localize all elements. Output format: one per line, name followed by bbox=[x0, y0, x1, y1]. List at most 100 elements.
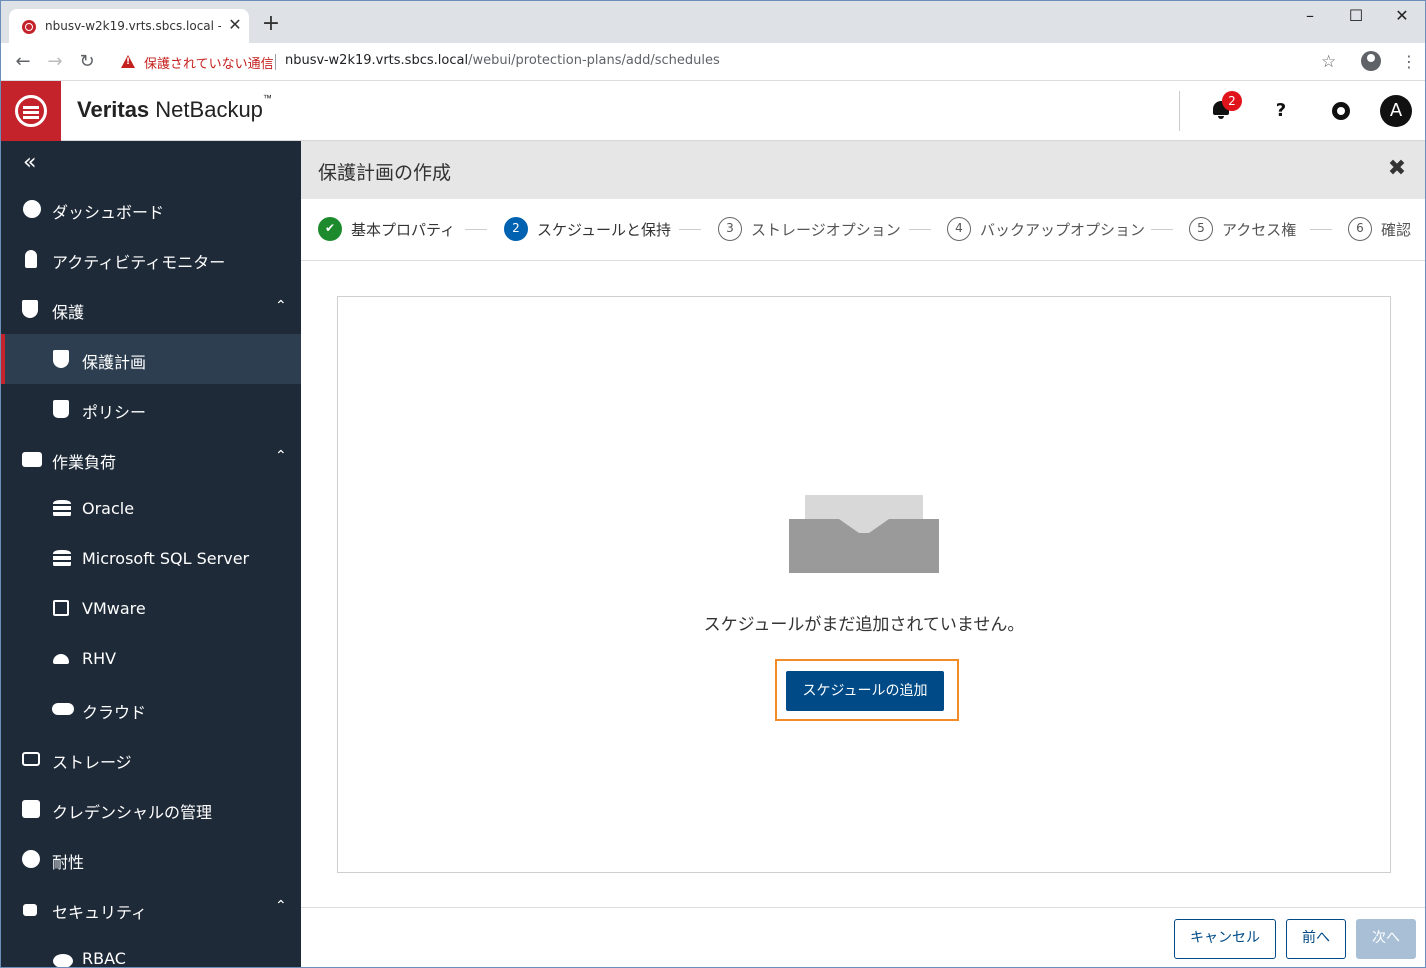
browser-window: nbusv-w2k19.vrts.sbcs.local - NetBackup … bbox=[0, 0, 1426, 968]
back-arrow-icon[interactable]: ← bbox=[11, 50, 35, 74]
step-label: 基本プロパティ bbox=[351, 221, 456, 239]
veritas-logo[interactable] bbox=[1, 81, 61, 141]
close-window-button[interactable]: ✕ bbox=[1379, 1, 1425, 31]
step-connector bbox=[1310, 229, 1332, 230]
collapse-sidebar-icon[interactable]: « bbox=[23, 149, 36, 177]
divider bbox=[275, 54, 276, 70]
cancel-button[interactable]: キャンセル bbox=[1174, 919, 1276, 959]
sidebar-item-cloud[interactable]: クラウド bbox=[1, 684, 301, 734]
sidebar-item-vmware[interactable]: VMware bbox=[1, 584, 301, 634]
panel-header: 保護計画の作成 ✖ bbox=[301, 141, 1425, 199]
browser-tab[interactable]: nbusv-w2k19.vrts.sbcs.local - NetBackup … bbox=[9, 9, 249, 43]
wizard-stepper: ✔ 基本プロパティ 2 スケジュールと保持 3 ストレージオプション 4 バック… bbox=[301, 199, 1425, 261]
minimize-button[interactable]: – bbox=[1287, 1, 1333, 31]
sidebar-item-security[interactable]: セキュリティ ⌃ bbox=[1, 884, 301, 934]
credential-icon bbox=[22, 800, 40, 818]
add-schedule-button[interactable]: スケジュールの追加 bbox=[786, 671, 944, 711]
warning-icon bbox=[121, 55, 135, 68]
chevron-up-icon[interactable]: ⌃ bbox=[275, 448, 287, 464]
gear-icon[interactable] bbox=[1332, 102, 1350, 120]
next-button[interactable]: 次へ bbox=[1356, 919, 1416, 959]
sidebar-item-dashboard[interactable]: ダッシュボード bbox=[1, 184, 301, 234]
brand-product: NetBackup bbox=[155, 97, 263, 122]
database-icon bbox=[53, 500, 71, 518]
sidebar-item-label: VMware bbox=[82, 599, 146, 618]
chevron-up-icon[interactable]: ⌃ bbox=[275, 298, 287, 314]
step-label: アクセス権 bbox=[1222, 221, 1297, 239]
wizard-footer: キャンセル 前へ 次へ bbox=[301, 907, 1425, 967]
sidebar-item-label: 保護計画 bbox=[82, 353, 147, 372]
close-icon[interactable]: ✖ bbox=[1385, 157, 1409, 181]
sidebar-item-resiliency[interactable]: 耐性 bbox=[1, 834, 301, 884]
policy-icon bbox=[53, 400, 69, 418]
app-header: Veritas NetBackup™ 2 ? A bbox=[1, 81, 1425, 141]
sidebar-item-workloads[interactable]: 作業負荷 ⌃ bbox=[1, 434, 301, 484]
step-number: 4 bbox=[947, 217, 971, 241]
step-number: 2 bbox=[504, 217, 528, 241]
sidebar-item-storage[interactable]: ストレージ bbox=[1, 734, 301, 784]
security-warning[interactable]: 保護されていない通信 bbox=[144, 53, 274, 72]
previous-button[interactable]: 前へ bbox=[1286, 919, 1346, 959]
new-tab-button[interactable]: + bbox=[259, 13, 283, 37]
main-panel: 保護計画の作成 ✖ ✔ 基本プロパティ 2 スケジュールと保持 3 ストレージオ… bbox=[301, 141, 1425, 967]
sidebar-item-credentials[interactable]: クレデンシャルの管理 bbox=[1, 784, 301, 834]
sidebar-item-oracle[interactable]: Oracle bbox=[1, 484, 301, 534]
url-field[interactable]: 保護されていない通信 nbusv-w2k19.vrts.sbcs.local/w… bbox=[111, 48, 1351, 76]
empty-inbox-icon bbox=[789, 495, 939, 573]
database-icon bbox=[53, 550, 71, 568]
brand-bold: Veritas bbox=[77, 97, 150, 122]
check-icon: ✔ bbox=[318, 217, 342, 241]
sidebar-item-label: 保護 bbox=[52, 303, 85, 322]
sidebar-item-rbac[interactable]: RBAC bbox=[1, 934, 301, 967]
step-label: バックアップオプション bbox=[980, 221, 1146, 239]
tab-close-icon[interactable]: ✕ bbox=[225, 15, 245, 35]
sidebar-item-protection-plans[interactable]: 保護計画 bbox=[1, 334, 301, 384]
notification-badge: 2 bbox=[1222, 91, 1242, 111]
url-text[interactable]: nbusv-w2k19.vrts.sbcs.local/webui/protec… bbox=[285, 53, 720, 68]
chevron-up-icon[interactable]: ⌃ bbox=[275, 898, 287, 914]
empty-state-message: スケジュールがまだ追加されていません。 bbox=[703, 615, 1025, 635]
step-connector bbox=[909, 229, 931, 230]
sidebar-item-protection[interactable]: 保護 ⌃ bbox=[1, 284, 301, 334]
url-path: /webui/protection-plans/add/schedules bbox=[468, 53, 720, 68]
sidebar-item-label: 耐性 bbox=[52, 853, 85, 872]
header-divider bbox=[1179, 91, 1180, 131]
profile-icon[interactable] bbox=[1361, 51, 1381, 71]
maximize-button[interactable]: ☐ bbox=[1333, 1, 1379, 31]
tab-title: nbusv-w2k19.vrts.sbcs.local - NetBackup bbox=[45, 19, 221, 33]
browser-menu-icon[interactable]: ⋮ bbox=[1401, 52, 1417, 72]
step-label: スケジュールと保持 bbox=[537, 221, 671, 239]
step-number: 5 bbox=[1189, 217, 1213, 241]
sidebar-item-label: 作業負荷 bbox=[52, 453, 117, 472]
lock-icon bbox=[23, 904, 37, 916]
site-favicon-icon bbox=[22, 20, 36, 34]
sidebar-item-label: Microsoft SQL Server bbox=[82, 549, 250, 568]
sidebar-item-label: ストレージ bbox=[52, 753, 132, 772]
highlight-frame: スケジュールの追加 bbox=[775, 659, 959, 721]
bookmark-star-icon[interactable]: ☆ bbox=[1321, 51, 1336, 73]
sidebar-item-rhv[interactable]: RHV bbox=[1, 634, 301, 684]
schedules-content: スケジュールがまだ追加されていません。 スケジュールの追加 bbox=[337, 296, 1391, 873]
sidebar-item-label: クレデンシャルの管理 bbox=[52, 803, 213, 822]
sidebar-item-label: ダッシュボード bbox=[52, 203, 165, 222]
sidebar-item-sql-server[interactable]: Microsoft SQL Server bbox=[1, 534, 301, 584]
step-number: 3 bbox=[718, 217, 742, 241]
brand-tm: ™ bbox=[262, 93, 272, 103]
step-connector bbox=[465, 229, 487, 230]
tab-strip: nbusv-w2k19.vrts.sbcs.local - NetBackup … bbox=[1, 1, 1425, 43]
sidebar-item-policies[interactable]: ポリシー bbox=[1, 384, 301, 434]
rhv-icon bbox=[53, 654, 69, 664]
avatar[interactable]: A bbox=[1380, 95, 1412, 127]
sidebar-item-label: アクティビティモニター bbox=[52, 253, 226, 272]
sidebar-item-label: ポリシー bbox=[82, 403, 147, 422]
step-label: ストレージオプション bbox=[751, 221, 901, 239]
dashboard-icon bbox=[23, 200, 41, 218]
reload-icon[interactable]: ↻ bbox=[75, 50, 99, 74]
cloud-icon bbox=[52, 703, 74, 715]
help-icon[interactable]: ? bbox=[1269, 99, 1293, 123]
sidebar: « ダッシュボード アクティビティモニター 保護 ⌃ 保護計画 ポリシー 作業負… bbox=[1, 141, 301, 967]
shield-icon bbox=[22, 300, 38, 318]
forward-arrow-icon[interactable]: → bbox=[43, 50, 67, 74]
users-icon bbox=[53, 954, 73, 967]
sidebar-item-activity-monitor[interactable]: アクティビティモニター bbox=[1, 234, 301, 284]
